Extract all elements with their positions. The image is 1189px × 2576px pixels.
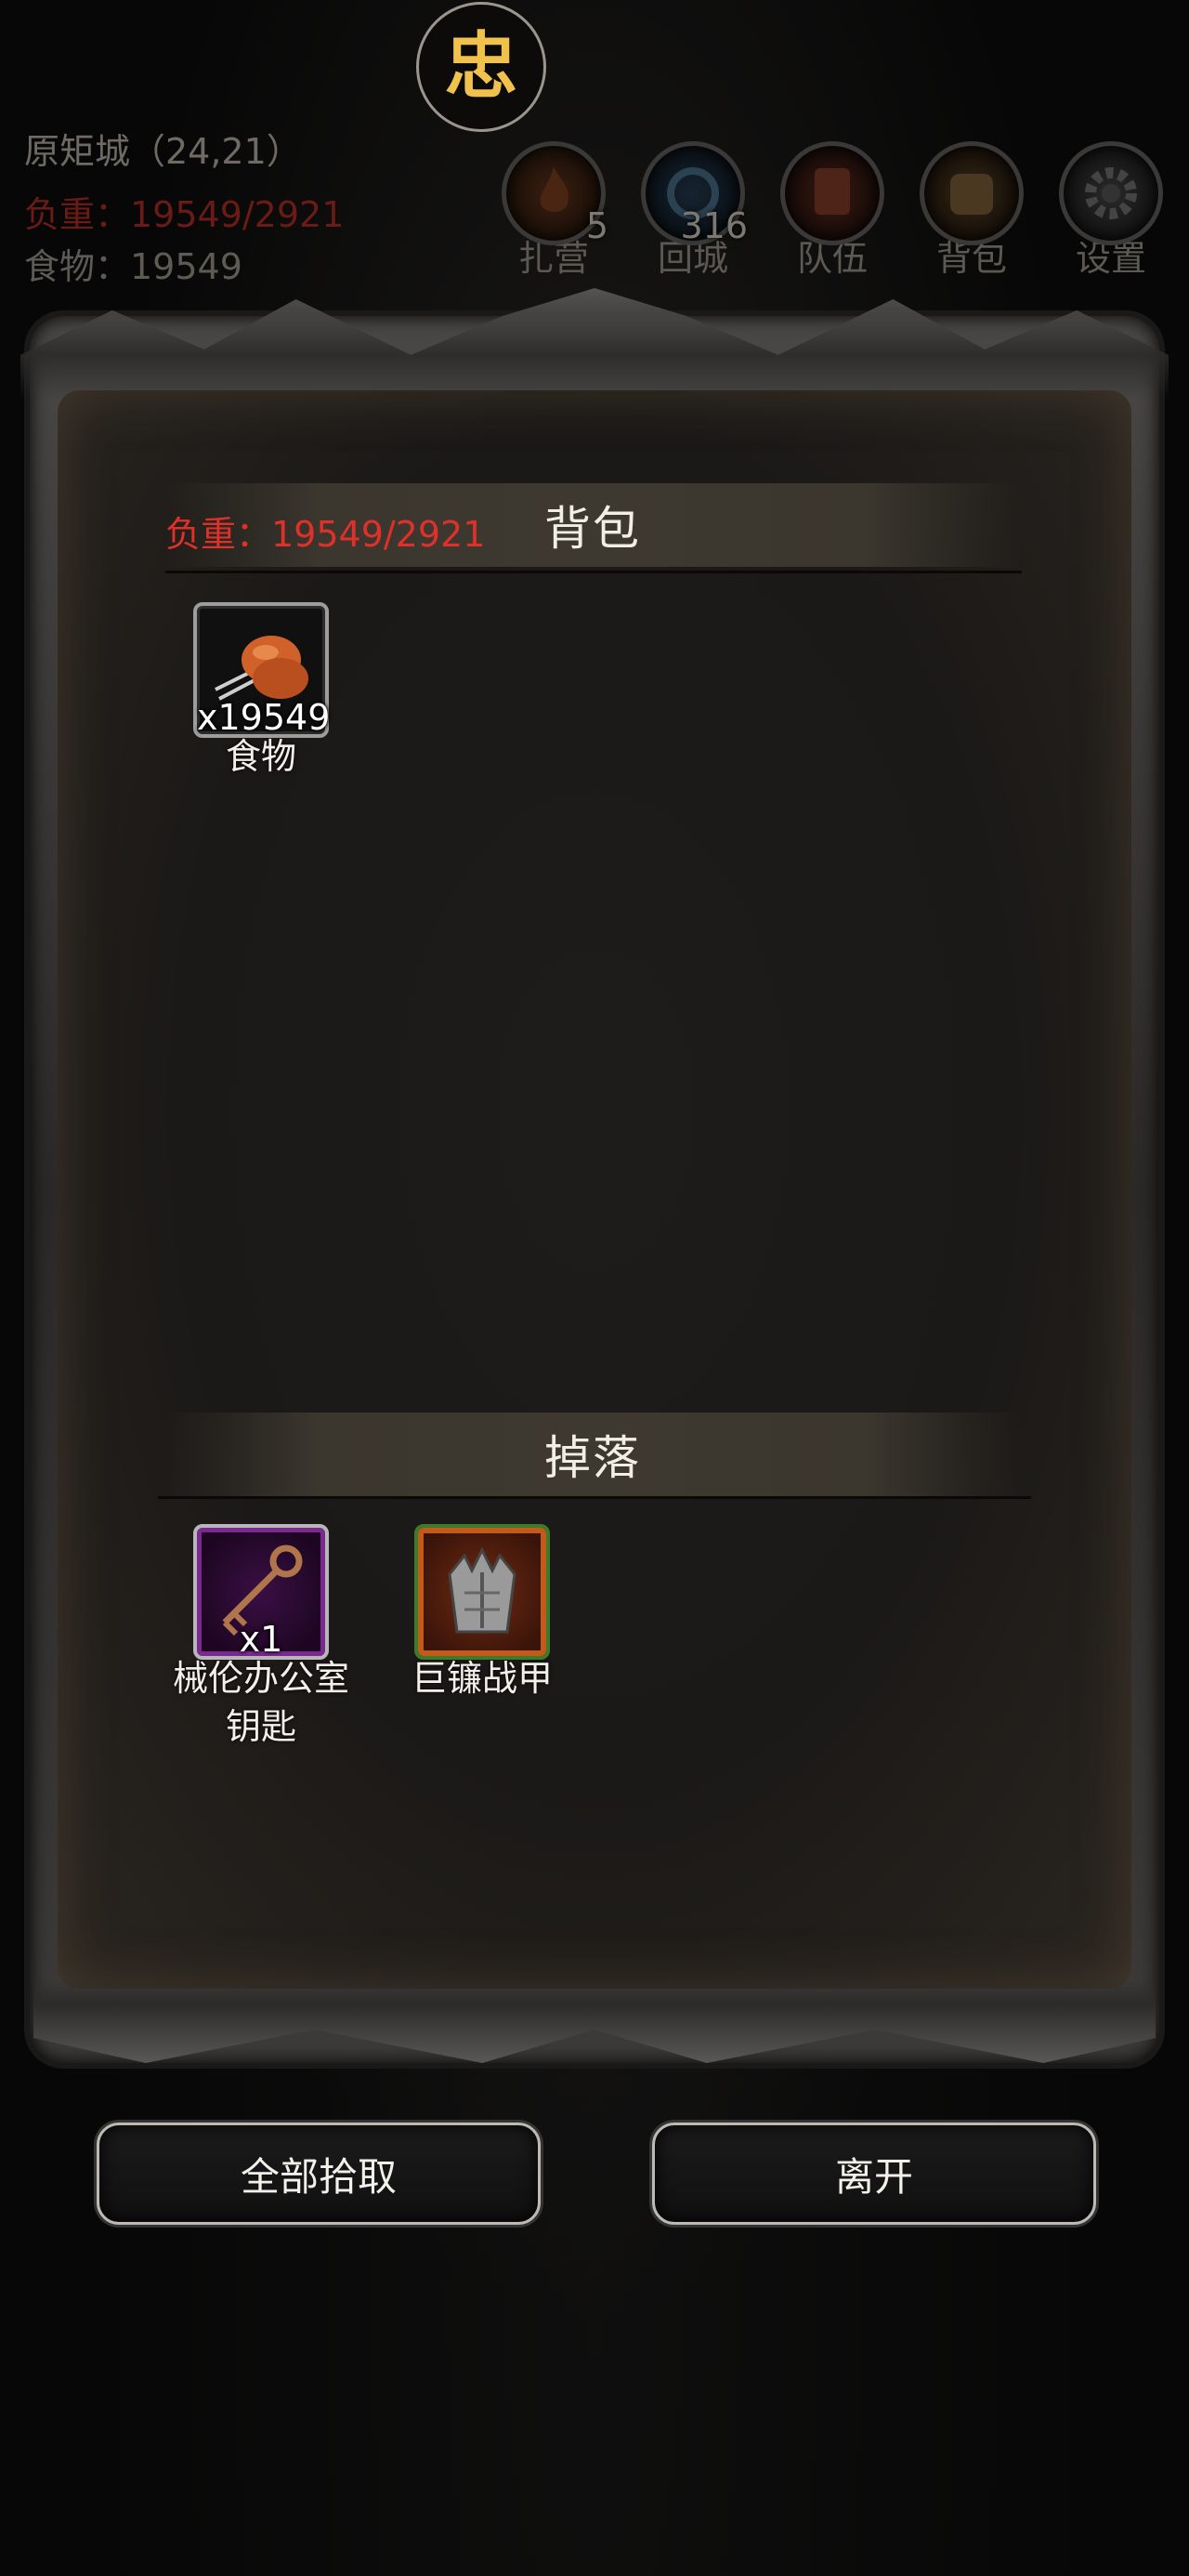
item-slot [414,1524,550,1660]
drop-item-office-key[interactable]: x1 械伦办公室 钥匙 [163,1524,359,1751]
pick-all-label: 全部拾取 [240,2153,397,2200]
item-slot: x1 [193,1524,329,1660]
pick-all-button[interactable]: 全部拾取 [97,2123,541,2225]
item-name-line1: 巨镰战甲 [411,1658,553,1699]
location-label: 原矩城（24,21） [24,131,302,172]
portal-icon: 316 [641,141,748,246]
team-button[interactable]: 队伍 [777,141,888,290]
item-name-line2: 钥匙 [225,1706,296,1747]
return-town-button[interactable]: 316 回城 [637,141,749,290]
gear-icon [1059,141,1163,245]
leave-button[interactable]: 离开 [652,2123,1096,2225]
item-quantity: x1 [239,1619,283,1660]
drops-title: 掉落 [544,1431,641,1485]
camp-count: 5 [585,205,608,246]
hud-weight-label: 负重：19549/2921 [24,194,345,235]
bag-divider [165,571,1022,573]
spiked-armor-icon [448,1546,516,1634]
faction-glyph: 忠 [444,25,517,109]
camp-button[interactable]: 5 扎营 [498,141,609,290]
backpack-button[interactable]: 背包 [916,141,1027,290]
drops-divider [158,1496,1031,1499]
item-slot: x19549 [193,602,331,738]
faction-badge[interactable]: 忠 [416,2,546,132]
campfire-icon: 5 [502,141,608,246]
item-name-line1: 械伦办公室 [172,1658,349,1699]
return-town-count: 316 [680,205,748,246]
team-banner-icon [780,141,884,245]
backpack-icon [920,141,1024,245]
item-name: 食物 [225,736,296,777]
settings-button[interactable]: 设置 [1055,141,1167,290]
drops-section-header: 掉落 [165,1413,1020,1496]
leave-label: 离开 [834,2153,913,2200]
drop-item-scythe-armor[interactable]: 巨镰战甲 [385,1524,580,1702]
hud-food-label: 食物：19549 [24,246,242,287]
bag-title: 背包 [544,502,641,556]
bag-weight-label: 负重：19549/2921 [165,514,486,555]
bag-item-food[interactable]: x19549 食物 [163,602,359,781]
item-quantity: x19549 [197,697,331,738]
